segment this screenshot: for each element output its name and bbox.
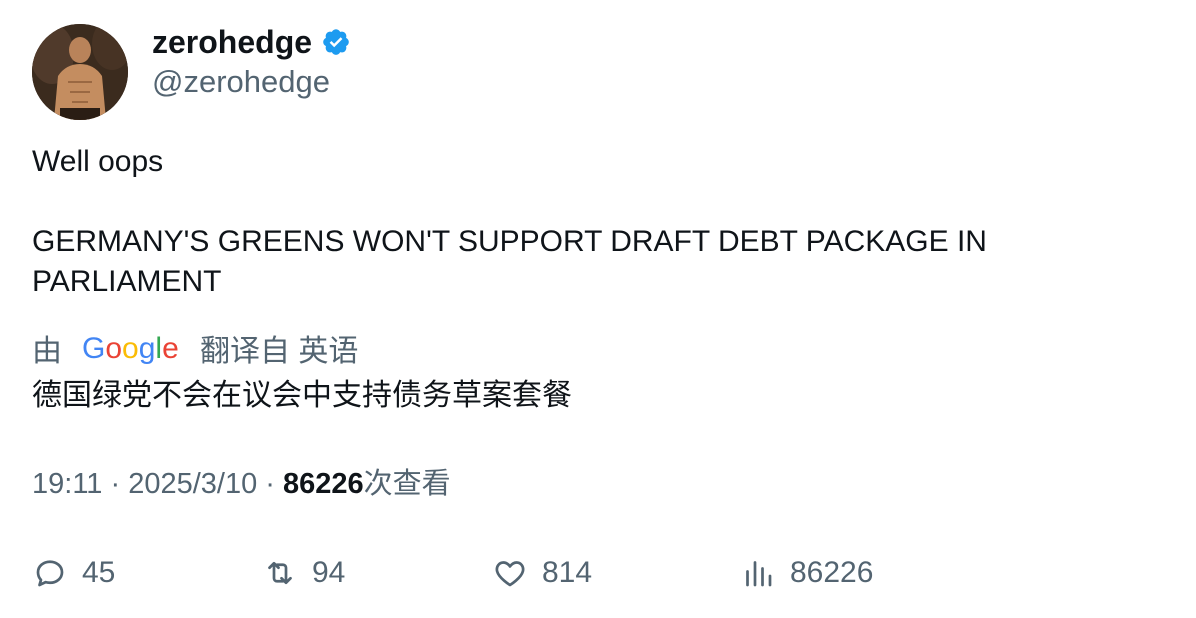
repost-icon xyxy=(268,561,292,585)
repost-count: 94 xyxy=(312,556,346,589)
verified-badge-icon xyxy=(323,29,349,55)
avatar-image xyxy=(32,24,128,120)
tweet-text-line1: Well oops xyxy=(32,145,164,178)
views-count: 86226 xyxy=(790,556,874,589)
translation-prefix: 由 xyxy=(32,335,62,368)
reply-count: 45 xyxy=(82,556,116,589)
svg-text:Google: Google xyxy=(82,332,179,365)
meta-separator: · xyxy=(265,468,283,500)
tweet-time[interactable]: 19:11 xyxy=(32,468,102,500)
like-count: 814 xyxy=(542,556,593,589)
tweet-meta: 19:11 · 2025/3/10 · 86226次查看 xyxy=(32,464,451,504)
reply-icon xyxy=(36,560,64,587)
analytics-icon xyxy=(746,561,772,587)
author-name-row[interactable]: zerohedge xyxy=(152,22,351,62)
display-name[interactable]: zerohedge xyxy=(152,22,312,62)
avatar[interactable] xyxy=(32,24,128,120)
tweet-text-line2: GERMANY'S GREENS WON'T SUPPORT DRAFT DEB… xyxy=(32,225,987,298)
google-logo-icon: Google xyxy=(82,332,179,365)
action-bar: 45 94 814 86226 xyxy=(0,548,1196,598)
translation-attribution: 由 Google 翻译自 英语 xyxy=(32,327,358,369)
views-button[interactable]: 86226 xyxy=(740,548,873,598)
like-button[interactable]: 814 xyxy=(492,548,592,598)
tweet-date[interactable]: 2025/3/10 xyxy=(128,468,257,500)
view-count: 86226 xyxy=(283,468,364,500)
translated-text: 德国绿党不会在议会中支持债务草案套餐 xyxy=(32,379,572,412)
meta-separator: · xyxy=(110,468,129,500)
repost-button[interactable]: 94 xyxy=(262,548,345,598)
heart-icon xyxy=(495,561,525,587)
reply-button[interactable]: 45 xyxy=(32,548,115,598)
author-handle[interactable]: @zerohedge xyxy=(152,62,330,102)
translation-suffix[interactable]: 翻译自 英语 xyxy=(200,326,358,370)
view-count-label: 次查看 xyxy=(363,468,451,500)
